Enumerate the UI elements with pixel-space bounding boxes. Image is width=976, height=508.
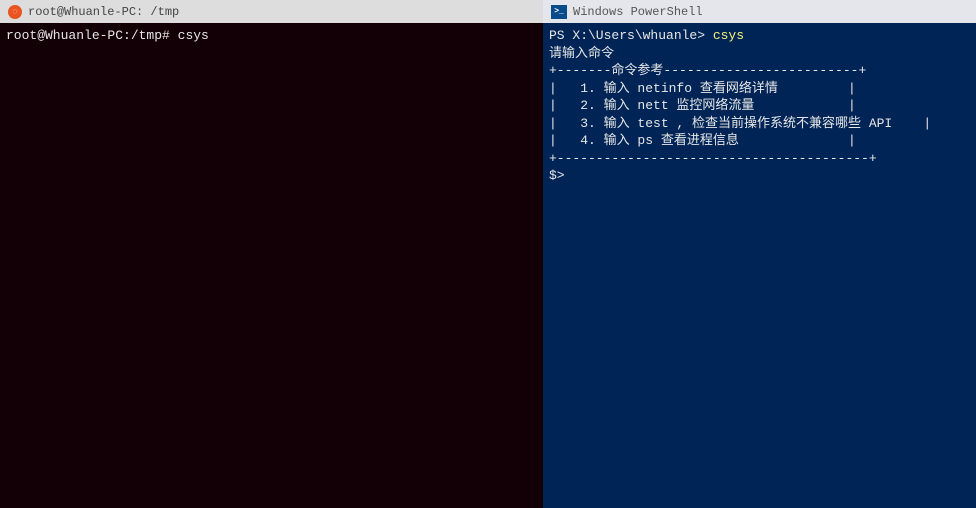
ps-menu-item-4: | 4. 输入 ps 查看进程信息 |	[549, 132, 970, 150]
linux-title: root@Whuanle-PC: /tmp	[28, 5, 179, 19]
ps-menu-item-3: | 3. 输入 test , 检查当前操作系统不兼容哪些 API |	[549, 115, 970, 133]
powershell-icon: >_	[551, 5, 567, 19]
linux-prompt: root@Whuanle-PC:/tmp#	[6, 28, 178, 43]
linux-terminal-pane: ◌ root@Whuanle-PC: /tmp root@Whuanle-PC:…	[0, 0, 543, 508]
ps-prompt-line: PS X:\Users\whuanle> csys	[549, 27, 970, 45]
powershell-pane: >_ Windows PowerShell PS X:\Users\whuanl…	[543, 0, 976, 508]
ps-command: csys	[713, 28, 744, 43]
linux-prompt-line: root@Whuanle-PC:/tmp# csys	[6, 27, 537, 45]
ubuntu-icon: ◌	[8, 5, 22, 19]
ps-prompt: PS X:\Users\whuanle>	[549, 28, 713, 43]
linux-command: csys	[178, 28, 209, 43]
ps-menu-item-2: | 2. 输入 nett 监控网络流量 |	[549, 97, 970, 115]
ps-menu-item-1: | 1. 输入 netinfo 查看网络详情 |	[549, 80, 970, 98]
powershell-titlebar[interactable]: >_ Windows PowerShell	[543, 0, 976, 23]
ps-sub-prompt: $>	[549, 167, 970, 185]
linux-terminal-body[interactable]: root@Whuanle-PC:/tmp# csys	[0, 23, 543, 508]
ps-header-line: 请输入命令	[549, 45, 970, 63]
powershell-title: Windows PowerShell	[573, 5, 703, 19]
linux-titlebar[interactable]: ◌ root@Whuanle-PC: /tmp	[0, 0, 543, 23]
powershell-terminal-body[interactable]: PS X:\Users\whuanle> csys 请输入命令 +-------…	[543, 23, 976, 508]
ps-box-top: +-------命令参考-------------------------+	[549, 62, 970, 80]
ps-box-bottom: +---------------------------------------…	[549, 150, 970, 168]
